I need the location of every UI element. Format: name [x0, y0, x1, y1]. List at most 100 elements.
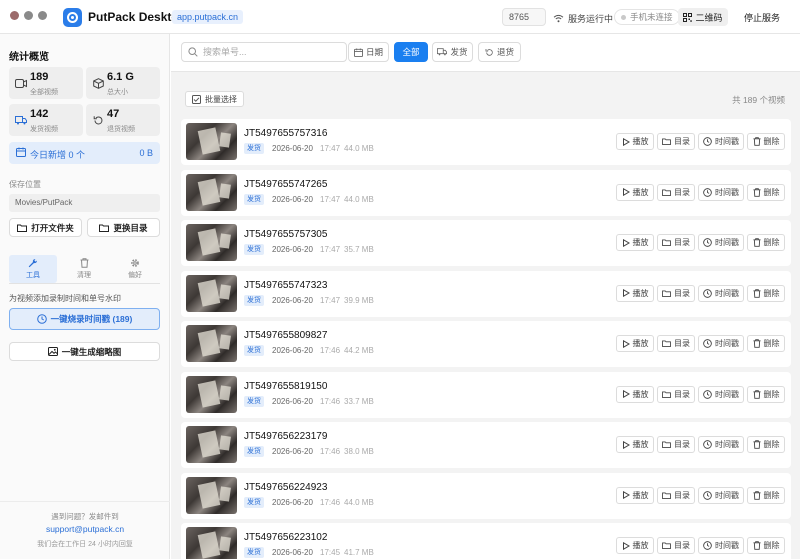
batch-select-button[interactable]: 批量选择 — [185, 91, 244, 107]
timestamp-button[interactable]: 时间戳 — [698, 335, 744, 352]
support-email-link[interactable]: support@putpack.cn — [0, 524, 170, 534]
timestamp-button[interactable]: 时间戳 — [698, 486, 744, 504]
delete-label: 删除 — [763, 490, 780, 500]
delete-button[interactable]: 删除 — [747, 183, 785, 201]
window-close-button[interactable] — [10, 11, 19, 20]
video-row[interactable]: JT5497656223179 发货 2026-06-20 17:46 38.0… — [181, 422, 791, 468]
timestamp-button[interactable]: 时间戳 — [698, 183, 744, 201]
trash-icon — [752, 541, 761, 550]
folder-button[interactable]: 目录 — [657, 284, 695, 302]
video-thumbnail[interactable] — [186, 274, 237, 312]
tab-tools[interactable]: 工具 — [9, 255, 57, 283]
burn-timestamp-button[interactable]: 一键烧录时间戳 (189) — [9, 308, 160, 330]
delete-button[interactable]: 删除 — [747, 335, 785, 352]
folder-button[interactable]: 目录 — [657, 335, 695, 352]
video-row[interactable]: JT5497656223102 发货 2026-06-20 17:45 41.7… — [181, 523, 791, 559]
video-thumbnail[interactable] — [186, 224, 237, 261]
video-thumbnail[interactable] — [186, 527, 237, 559]
play-button[interactable]: 播放 — [616, 133, 654, 150]
play-button[interactable]: 播放 — [616, 537, 654, 554]
tracking-number: JT5497656223179 — [244, 431, 328, 442]
port-field[interactable]: 8765 — [502, 8, 546, 26]
type-tag: 发货 — [244, 446, 264, 457]
video-thumbnail[interactable] — [186, 476, 237, 514]
type-tag: 发货 — [244, 244, 264, 255]
date-filter-button[interactable]: 日期 — [348, 42, 389, 62]
timestamp-button[interactable]: 时间戳 — [698, 537, 744, 554]
delete-button[interactable]: 删除 — [747, 234, 785, 251]
search-input[interactable] — [203, 47, 343, 57]
window-maximize-button[interactable] — [38, 11, 47, 20]
domain-badge[interactable]: app.putpack.cn — [172, 10, 244, 24]
delete-button[interactable]: 删除 — [747, 486, 785, 504]
delete-button[interactable]: 删除 — [747, 284, 785, 302]
play-button[interactable]: 播放 — [616, 486, 654, 504]
folder-button[interactable]: 目录 — [657, 537, 695, 554]
window-minimize-button[interactable] — [24, 11, 33, 20]
folder-button[interactable]: 目录 — [657, 234, 695, 251]
video-time: 17:46 — [320, 497, 341, 507]
video-row[interactable]: JT5497655757316 发货 2026-06-20 17:47 44.0… — [181, 119, 791, 165]
search-box[interactable] — [181, 42, 347, 62]
play-button[interactable]: 播放 — [616, 436, 654, 453]
play-button[interactable]: 播放 — [616, 335, 654, 352]
filter-return-button[interactable]: 退货 — [478, 42, 521, 62]
timestamp-button[interactable]: 时间戳 — [698, 436, 744, 453]
timestamp-button[interactable]: 时间戳 — [698, 385, 744, 403]
generate-thumbnails-button[interactable]: 一键生成缩略图 — [9, 342, 160, 361]
folder-button[interactable]: 目录 — [657, 385, 695, 403]
video-row[interactable]: JT5497656224923 发货 2026-06-20 17:46 44.0… — [181, 472, 791, 519]
clock-icon — [703, 389, 712, 399]
folder-button[interactable]: 目录 — [657, 436, 695, 453]
stat-label: 退货视频 — [107, 126, 135, 133]
timestamp-label: 时间戳 — [715, 339, 739, 348]
folder-icon — [662, 289, 671, 297]
play-label: 播放 — [632, 541, 649, 550]
folder-icon — [662, 390, 671, 398]
change-dir-button[interactable]: 更换目录 — [87, 218, 160, 237]
tracking-number: JT5497655757316 — [244, 128, 328, 139]
video-size: 39.9 MB — [344, 295, 374, 305]
play-button[interactable]: 播放 — [616, 234, 654, 251]
timestamp-label: 时间戳 — [715, 137, 739, 146]
timestamp-button[interactable]: 时间戳 — [698, 234, 744, 251]
qr-code-button[interactable]: 二维码 — [678, 8, 728, 26]
delete-button[interactable]: 删除 — [747, 133, 785, 150]
video-row[interactable]: JT5497655809827 发货 2026-06-20 17:46 44.2… — [181, 321, 791, 367]
video-thumbnail[interactable] — [186, 426, 237, 463]
video-thumbnail[interactable] — [186, 375, 237, 413]
type-tag: 发货 — [244, 345, 264, 356]
timestamp-label: 时间戳 — [715, 238, 739, 247]
image-icon — [47, 347, 58, 356]
folder-button[interactable]: 目录 — [657, 133, 695, 150]
tab-clean[interactable]: 清理 — [60, 255, 108, 283]
stats-title: 统计概览 — [9, 52, 49, 63]
delete-button[interactable]: 删除 — [747, 385, 785, 403]
tab-preferences[interactable]: 偏好 — [111, 255, 159, 283]
play-button[interactable]: 播放 — [616, 284, 654, 302]
timestamp-button[interactable]: 时间戳 — [698, 133, 744, 150]
video-thumbnail[interactable] — [186, 123, 237, 160]
video-row[interactable]: JT5497655747265 发货 2026-06-20 17:47 44.0… — [181, 169, 791, 216]
video-row[interactable]: JT5497655757305 发货 2026-06-20 17:47 35.7… — [181, 220, 791, 266]
filter-ship-button[interactable]: 发货 — [432, 42, 473, 62]
stat-value: 47 — [107, 108, 120, 120]
open-folder-button[interactable]: 打开文件夹 — [9, 218, 82, 237]
stop-service-button[interactable]: 停止服务 — [740, 8, 784, 26]
video-thumbnail[interactable] — [186, 173, 237, 211]
filter-all-button[interactable]: 全部 — [394, 42, 428, 62]
video-row[interactable]: JT5497655747323 发货 2026-06-20 17:47 39.9… — [181, 270, 791, 317]
folder-button[interactable]: 目录 — [657, 183, 695, 201]
video-time: 17:46 — [320, 346, 341, 355]
delete-button[interactable]: 删除 — [747, 436, 785, 453]
timestamp-button[interactable]: 时间戳 — [698, 284, 744, 302]
delete-button[interactable]: 删除 — [747, 537, 785, 554]
video-thumbnail[interactable] — [186, 325, 237, 362]
burn-timestamp-label: 一键烧录时间戳 (189) — [50, 314, 133, 324]
clock-icon — [703, 137, 712, 146]
video-row[interactable]: JT5497655819150 发货 2026-06-20 17:46 33.7… — [181, 371, 791, 418]
timestamp-label: 时间戳 — [715, 440, 739, 449]
play-button[interactable]: 播放 — [616, 183, 654, 201]
folder-button[interactable]: 目录 — [657, 486, 695, 504]
play-button[interactable]: 播放 — [616, 385, 654, 403]
